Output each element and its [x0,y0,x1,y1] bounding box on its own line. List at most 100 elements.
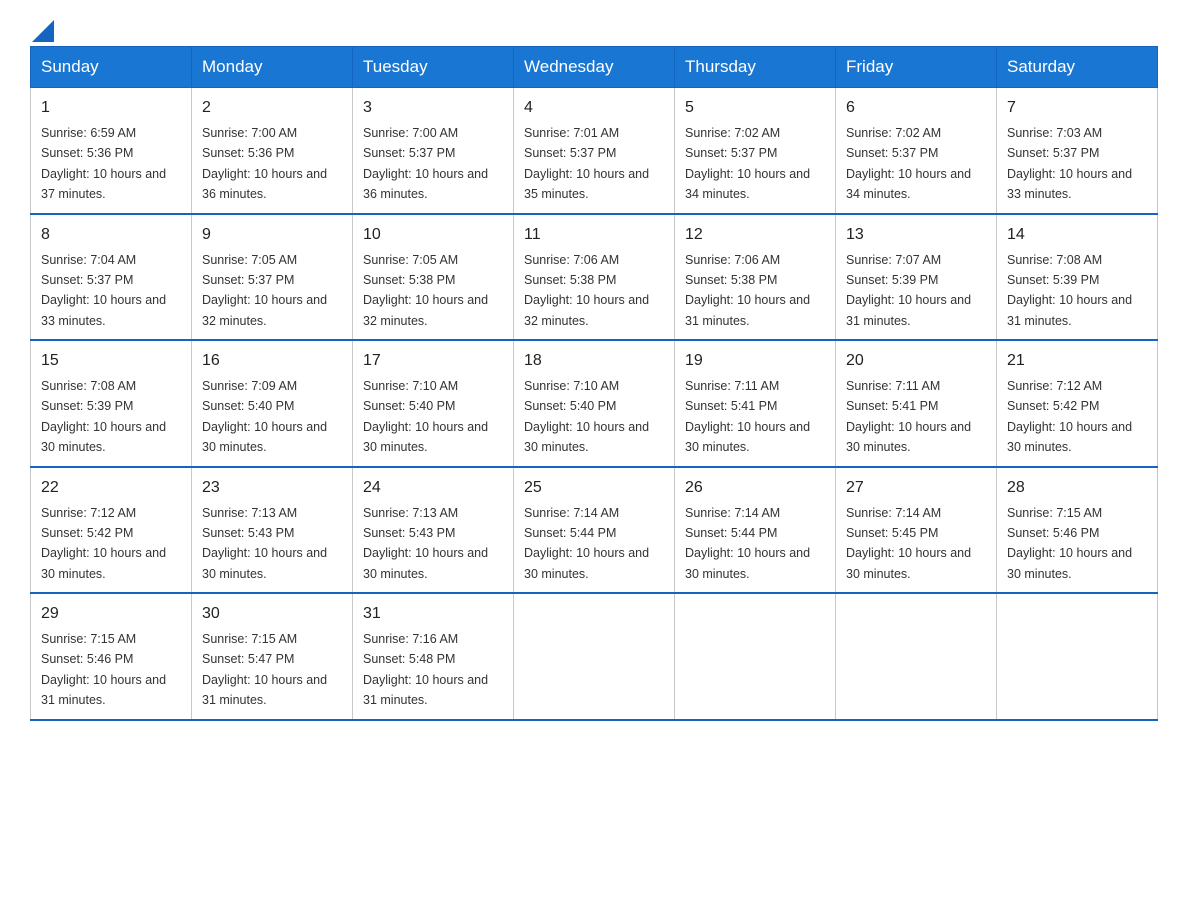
day-info: Sunrise: 7:12 AMSunset: 5:42 PMDaylight:… [41,506,166,581]
day-number: 26 [685,476,825,500]
day-number: 22 [41,476,181,500]
day-number: 31 [363,602,503,626]
day-info: Sunrise: 7:14 AMSunset: 5:44 PMDaylight:… [524,506,649,581]
calendar-header-row: SundayMondayTuesdayWednesdayThursdayFrid… [31,47,1158,88]
day-info: Sunrise: 7:01 AMSunset: 5:37 PMDaylight:… [524,126,649,201]
day-number: 11 [524,223,664,247]
day-info: Sunrise: 7:15 AMSunset: 5:47 PMDaylight:… [202,632,327,707]
day-info: Sunrise: 7:00 AMSunset: 5:36 PMDaylight:… [202,126,327,201]
day-info: Sunrise: 7:00 AMSunset: 5:37 PMDaylight:… [363,126,488,201]
calendar-cell [514,593,675,720]
calendar-cell: 18 Sunrise: 7:10 AMSunset: 5:40 PMDayligh… [514,340,675,467]
day-info: Sunrise: 7:11 AMSunset: 5:41 PMDaylight:… [846,379,971,454]
day-info: Sunrise: 7:10 AMSunset: 5:40 PMDaylight:… [524,379,649,454]
day-info: Sunrise: 7:04 AMSunset: 5:37 PMDaylight:… [41,253,166,328]
calendar-cell: 15 Sunrise: 7:08 AMSunset: 5:39 PMDayligh… [31,340,192,467]
day-info: Sunrise: 7:15 AMSunset: 5:46 PMDaylight:… [1007,506,1132,581]
header-tuesday: Tuesday [353,47,514,88]
calendar-cell: 2 Sunrise: 7:00 AMSunset: 5:36 PMDaylight… [192,88,353,214]
calendar-cell: 11 Sunrise: 7:06 AMSunset: 5:38 PMDayligh… [514,214,675,341]
day-info: Sunrise: 7:14 AMSunset: 5:45 PMDaylight:… [846,506,971,581]
header-sunday: Sunday [31,47,192,88]
calendar-cell: 30 Sunrise: 7:15 AMSunset: 5:47 PMDayligh… [192,593,353,720]
day-number: 1 [41,96,181,120]
day-number: 6 [846,96,986,120]
page-header [30,20,1158,28]
calendar-cell: 5 Sunrise: 7:02 AMSunset: 5:37 PMDaylight… [675,88,836,214]
day-number: 21 [1007,349,1147,373]
day-number: 10 [363,223,503,247]
calendar-cell: 27 Sunrise: 7:14 AMSunset: 5:45 PMDayligh… [836,467,997,594]
day-number: 19 [685,349,825,373]
week-row-1: 1 Sunrise: 6:59 AMSunset: 5:36 PMDaylight… [31,88,1158,214]
day-number: 28 [1007,476,1147,500]
calendar-cell: 13Sunrise: 7:07 AMSunset: 5:39 PMDayligh… [836,214,997,341]
day-number: 15 [41,349,181,373]
day-info: Sunrise: 6:59 AMSunset: 5:36 PMDaylight:… [41,126,166,201]
day-info: Sunrise: 7:16 AMSunset: 5:48 PMDaylight:… [363,632,488,707]
header-wednesday: Wednesday [514,47,675,88]
calendar-cell: 29Sunrise: 7:15 AMSunset: 5:46 PMDayligh… [31,593,192,720]
day-number: 27 [846,476,986,500]
calendar-cell: 23Sunrise: 7:13 AMSunset: 5:43 PMDayligh… [192,467,353,594]
header-thursday: Thursday [675,47,836,88]
day-info: Sunrise: 7:13 AMSunset: 5:43 PMDaylight:… [363,506,488,581]
calendar-cell: 20 Sunrise: 7:11 AMSunset: 5:41 PMDayligh… [836,340,997,467]
day-info: Sunrise: 7:06 AMSunset: 5:38 PMDaylight:… [685,253,810,328]
day-info: Sunrise: 7:10 AMSunset: 5:40 PMDaylight:… [363,379,488,454]
header-saturday: Saturday [997,47,1158,88]
day-number: 3 [363,96,503,120]
calendar-cell [675,593,836,720]
calendar-cell: 1 Sunrise: 6:59 AMSunset: 5:36 PMDaylight… [31,88,192,214]
day-number: 20 [846,349,986,373]
calendar-cell: 6Sunrise: 7:02 AMSunset: 5:37 PMDaylight… [836,88,997,214]
day-number: 12 [685,223,825,247]
calendar-cell [997,593,1158,720]
week-row-4: 22 Sunrise: 7:12 AMSunset: 5:42 PMDayligh… [31,467,1158,594]
calendar-cell: 24Sunrise: 7:13 AMSunset: 5:43 PMDayligh… [353,467,514,594]
calendar-cell [836,593,997,720]
day-info: Sunrise: 7:02 AMSunset: 5:37 PMDaylight:… [685,126,810,201]
day-number: 9 [202,223,342,247]
day-number: 4 [524,96,664,120]
day-info: Sunrise: 7:05 AMSunset: 5:38 PMDaylight:… [363,253,488,328]
day-number: 23 [202,476,342,500]
calendar-cell: 12 Sunrise: 7:06 AMSunset: 5:38 PMDayligh… [675,214,836,341]
day-info: Sunrise: 7:14 AMSunset: 5:44 PMDaylight:… [685,506,810,581]
day-info: Sunrise: 7:09 AMSunset: 5:40 PMDaylight:… [202,379,327,454]
calendar-cell: 3 Sunrise: 7:00 AMSunset: 5:37 PMDaylight… [353,88,514,214]
day-info: Sunrise: 7:05 AMSunset: 5:37 PMDaylight:… [202,253,327,328]
calendar-cell: 16 Sunrise: 7:09 AMSunset: 5:40 PMDayligh… [192,340,353,467]
calendar-cell: 8 Sunrise: 7:04 AMSunset: 5:37 PMDaylight… [31,214,192,341]
week-row-3: 15 Sunrise: 7:08 AMSunset: 5:39 PMDayligh… [31,340,1158,467]
day-info: Sunrise: 7:11 AMSunset: 5:41 PMDaylight:… [685,379,810,454]
week-row-5: 29Sunrise: 7:15 AMSunset: 5:46 PMDayligh… [31,593,1158,720]
day-number: 16 [202,349,342,373]
calendar-cell: 21 Sunrise: 7:12 AMSunset: 5:42 PMDayligh… [997,340,1158,467]
day-info: Sunrise: 7:12 AMSunset: 5:42 PMDaylight:… [1007,379,1132,454]
calendar-cell: 14Sunrise: 7:08 AMSunset: 5:39 PMDayligh… [997,214,1158,341]
day-number: 13 [846,223,986,247]
week-row-2: 8 Sunrise: 7:04 AMSunset: 5:37 PMDaylight… [31,214,1158,341]
day-info: Sunrise: 7:03 AMSunset: 5:37 PMDaylight:… [1007,126,1132,201]
calendar-cell: 7Sunrise: 7:03 AMSunset: 5:37 PMDaylight… [997,88,1158,214]
day-number: 30 [202,602,342,626]
logo-icon [32,20,54,42]
day-number: 14 [1007,223,1147,247]
day-number: 18 [524,349,664,373]
calendar-cell: 22 Sunrise: 7:12 AMSunset: 5:42 PMDayligh… [31,467,192,594]
day-number: 2 [202,96,342,120]
calendar-cell: 25Sunrise: 7:14 AMSunset: 5:44 PMDayligh… [514,467,675,594]
day-info: Sunrise: 7:08 AMSunset: 5:39 PMDaylight:… [41,379,166,454]
calendar-cell: 4 Sunrise: 7:01 AMSunset: 5:37 PMDaylight… [514,88,675,214]
calendar-cell: 28 Sunrise: 7:15 AMSunset: 5:46 PMDayligh… [997,467,1158,594]
day-info: Sunrise: 7:06 AMSunset: 5:38 PMDaylight:… [524,253,649,328]
day-number: 8 [41,223,181,247]
calendar-cell: 17Sunrise: 7:10 AMSunset: 5:40 PMDayligh… [353,340,514,467]
day-number: 29 [41,602,181,626]
logo [30,20,54,28]
calendar-cell: 9 Sunrise: 7:05 AMSunset: 5:37 PMDaylight… [192,214,353,341]
calendar-cell: 10 Sunrise: 7:05 AMSunset: 5:38 PMDayligh… [353,214,514,341]
day-number: 5 [685,96,825,120]
calendar-table: SundayMondayTuesdayWednesdayThursdayFrid… [30,46,1158,721]
